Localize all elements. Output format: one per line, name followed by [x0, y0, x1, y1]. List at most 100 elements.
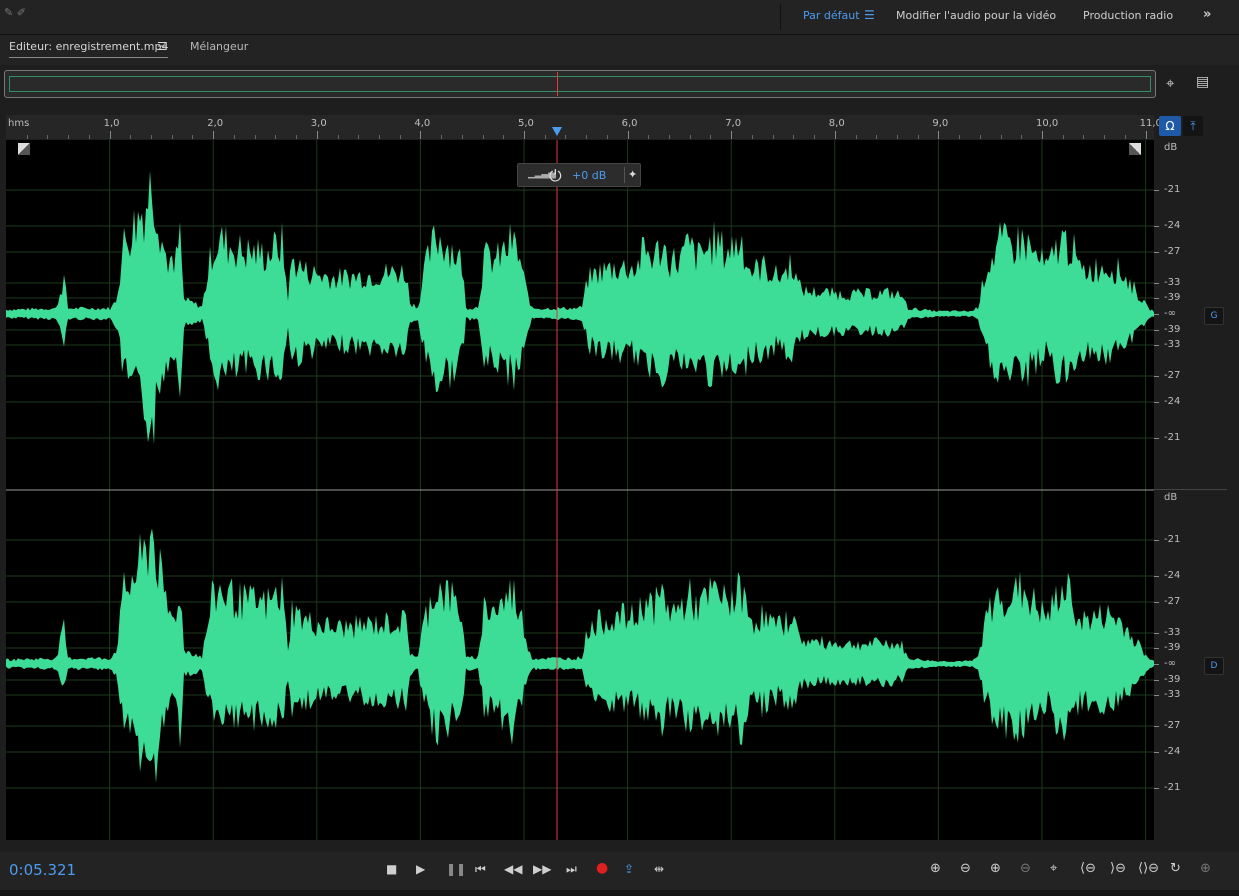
ruler-minor-tick [171, 135, 173, 139]
divider [780, 4, 781, 30]
ruler-minor-tick [1104, 135, 1106, 139]
waveform-overview[interactable] [4, 70, 1156, 98]
ruler-minor-tick [358, 135, 360, 139]
headphones-icon[interactable]: Ω [1159, 116, 1181, 136]
ruler-minor-tick [959, 135, 961, 139]
ruler-tick-label: 3,0 [310, 118, 327, 129]
db-tick [1154, 345, 1159, 346]
zoom-out-time-icon[interactable]: ⊖ [1020, 861, 1031, 876]
zoom-out-point-icon[interactable]: ⟩⊖ [1110, 861, 1126, 876]
loop-icon[interactable]: ⇪ [624, 862, 634, 876]
ruler-tick-label: 8,0 [828, 118, 845, 129]
fade-out-handle-icon[interactable] [1129, 143, 1141, 155]
zoom-disabled-icon[interactable]: ⊕ [1200, 861, 1211, 876]
zoom-in-point-icon[interactable]: ⟨⊖ [1080, 861, 1096, 876]
rewind-icon[interactable]: ◀◀ [504, 862, 522, 876]
divider [1154, 489, 1227, 490]
fast-forward-icon[interactable]: ▶▶ [533, 862, 551, 876]
ruler-minor-tick [1021, 135, 1023, 139]
channel-right-badge[interactable]: D [1204, 657, 1224, 675]
db-label: -24 [1164, 220, 1181, 231]
db-label: -39 [1164, 674, 1181, 685]
workspace-bar: ✎ ✐ Par défaut ☰ Modifier l'audio pour l… [0, 0, 1239, 35]
zoom-in-time-icon[interactable]: ⊕ [990, 861, 1001, 876]
db-label: -24 [1164, 746, 1181, 757]
workspace-default[interactable]: Par défaut [803, 9, 860, 22]
list-icon[interactable]: ▤ [1196, 74, 1209, 90]
ruler-minor-tick [544, 135, 546, 139]
workspace-menu-icon[interactable]: ☰ [864, 8, 875, 22]
record-icon[interactable]: ● [596, 860, 608, 876]
overview-playhead [557, 72, 558, 96]
db-label: -∞ [1164, 658, 1176, 669]
pin-icon[interactable]: ✦ [628, 168, 637, 181]
db-tick [1154, 633, 1159, 634]
db-label: -21 [1164, 534, 1181, 545]
zoom-out-amplitude-icon[interactable]: ⊖ [960, 861, 971, 876]
ruler-minor-tick [461, 135, 463, 139]
ruler-minor-tick [482, 135, 484, 139]
db-label: -27 [1164, 596, 1181, 607]
play-icon[interactable]: ▶ [416, 862, 425, 876]
waveform-display[interactable] [6, 140, 1154, 840]
timecode[interactable]: 0:05.321 [9, 861, 76, 879]
ruler-minor-tick [689, 135, 691, 139]
pause-icon[interactable]: ❚❚ [446, 862, 466, 876]
fade-in-handle-icon[interactable] [18, 143, 30, 155]
db-label: -27 [1164, 720, 1181, 731]
ruler-minor-tick [88, 135, 90, 139]
tab-menu-icon[interactable]: ☰ [157, 40, 167, 53]
tab-editor[interactable]: Editeur: enregistrement.mp4 [9, 40, 168, 53]
workspace-radio[interactable]: Production radio [1083, 9, 1173, 22]
tab-mixer[interactable]: Mélangeur [190, 40, 248, 53]
stop-icon[interactable]: ■ [386, 862, 397, 876]
ruler-minor-tick [399, 135, 401, 139]
marker-icon[interactable]: ⤒ [1183, 116, 1203, 136]
knob-icon[interactable]: ⏻ [549, 166, 562, 186]
overview-range[interactable] [9, 76, 1151, 92]
ruler-minor-tick [441, 135, 443, 139]
skip-forward-icon[interactable]: ⏭ [566, 862, 577, 877]
ruler-minor-tick [337, 135, 339, 139]
time-ruler[interactable]: hms 1,0 2,0 3,0 4,0 5,0 6,0 7,0 8,0 9,0 10,0 11,0 [6, 115, 1162, 139]
db-tick [1154, 648, 1159, 649]
ruler-tick-label: 1,0 [103, 118, 120, 129]
db-label: -∞ [1164, 308, 1176, 319]
db-tick [1154, 252, 1159, 253]
db-tick [1154, 726, 1159, 727]
ruler-tick [938, 131, 940, 139]
db-label: -21 [1164, 782, 1181, 793]
playhead-handle[interactable] [552, 127, 562, 136]
skip-back-icon[interactable]: ⏮ [475, 862, 486, 877]
db-label: -39 [1164, 292, 1181, 303]
waveform-svg [6, 140, 1154, 840]
tool-icons[interactable]: ✎ ✐ [4, 6, 26, 19]
ruler-minor-tick [648, 135, 650, 139]
ruler-tick-label: 2,0 [207, 118, 224, 129]
skip-selection-icon[interactable]: ⇹ [654, 862, 664, 876]
gain-hud[interactable]: ▁▂▃▄ ⏻ +0 dB ✦ [517, 163, 641, 187]
ruler-tick-label: 5,0 [518, 118, 534, 129]
ruler-minor-tick [254, 135, 256, 139]
ruler-minor-tick [896, 135, 898, 139]
zoom-to-selection-icon[interactable]: ⌖ [1166, 74, 1174, 92]
ruler-minor-tick [275, 135, 277, 139]
gain-value[interactable]: +0 dB [572, 169, 606, 182]
db-tick [1154, 680, 1159, 681]
ruler-tick [1145, 131, 1147, 139]
db-label: -27 [1164, 370, 1181, 381]
zoom-reset-icon[interactable]: ↻ [1170, 861, 1181, 876]
ruler-minor-tick [586, 135, 588, 139]
workspace-video[interactable]: Modifier l'audio pour la vidéo [896, 9, 1056, 22]
ruler-minor-tick [192, 135, 194, 139]
ruler-minor-tick [855, 135, 857, 139]
zoom-selection-icon[interactable]: ⟨⟩⊖ [1138, 861, 1159, 876]
db-label: -39 [1164, 642, 1181, 653]
ruler-minor-tick [1083, 135, 1085, 139]
zoom-full-icon[interactable]: ⌖ [1050, 861, 1057, 876]
channel-left-badge[interactable]: G [1204, 307, 1224, 325]
db-label: -33 [1164, 627, 1181, 638]
db-scale: dB -21 -24 -27 -33 -39 -∞ -39 -33 -27 -24 -21 dB -21… [1154, 140, 1227, 840]
zoom-in-amplitude-icon[interactable]: ⊕ [930, 861, 941, 876]
double-chevron-right-icon[interactable]: » [1203, 7, 1211, 22]
